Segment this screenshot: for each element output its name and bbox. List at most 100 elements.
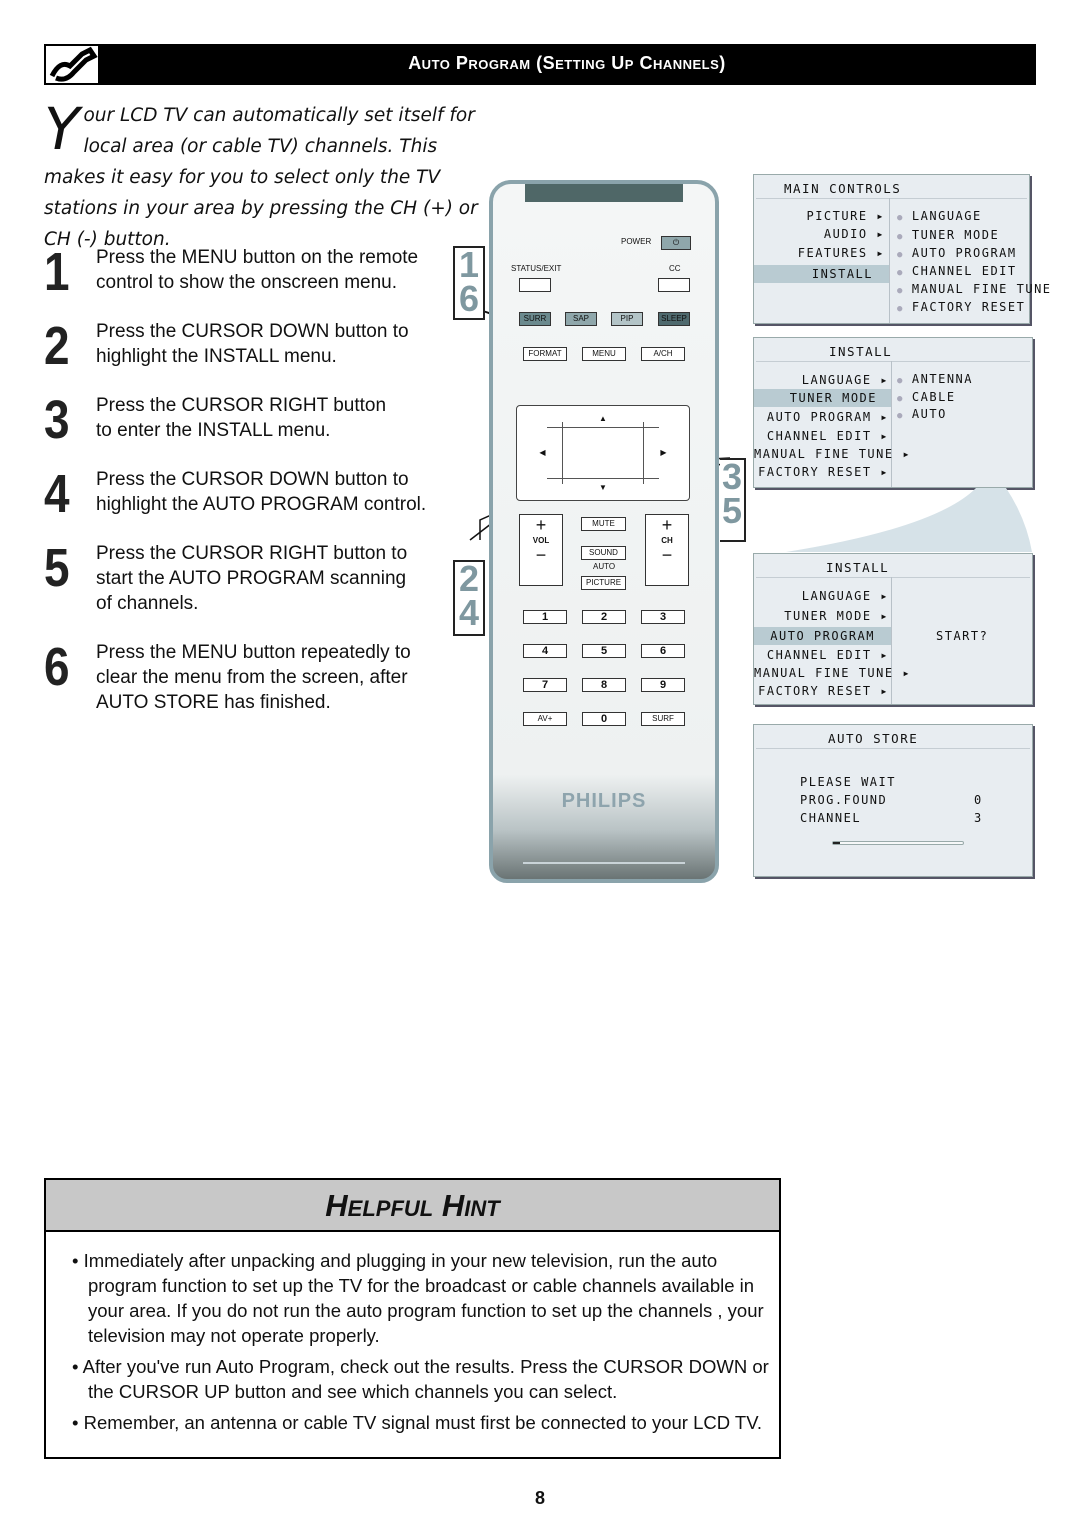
cursor-pad: ▲ ▼ ◀ ▶ (516, 405, 690, 501)
digit-6-button[interactable]: 6 (641, 644, 685, 658)
status-exit-button[interactable] (519, 278, 551, 292)
vol-down-icon[interactable]: − (520, 545, 562, 566)
menu-item-language[interactable]: LANGUAGE ▸ (754, 371, 891, 389)
option-cable[interactable]: CABLE (912, 390, 956, 404)
menu-title: MAIN CONTROLS (784, 181, 902, 196)
menu-item-language[interactable]: LANGUAGE ▸ (754, 587, 891, 605)
mute-button[interactable]: MUTE (581, 517, 626, 531)
hint-text: After you've run Auto Program, check out… (82, 1356, 769, 1402)
channel-label: CHANNEL (800, 811, 862, 825)
submenu-channel-edit[interactable]: CHANNEL EDIT (912, 264, 1017, 278)
option-auto[interactable]: AUTO (912, 407, 947, 421)
menu-item-tuner-mode[interactable]: TUNER MODE (754, 389, 891, 407)
submenu-auto-program[interactable]: AUTO PROGRAM (912, 246, 1017, 260)
sound-button[interactable]: SOUND (581, 546, 626, 560)
digit-9-button[interactable]: 9 (641, 678, 685, 692)
menu-title: INSTALL (826, 560, 890, 575)
vol-up-icon[interactable]: + (520, 515, 562, 536)
step-number: 6 (44, 637, 70, 697)
digit-2-button[interactable]: 2 (582, 610, 626, 624)
menu-item-channel-edit[interactable]: CHANNEL EDIT ▸ (754, 646, 891, 664)
callout-number: 3 (721, 456, 743, 497)
status-exit-label: STATUS/EXIT (511, 264, 562, 273)
step-number: 3 (44, 390, 70, 450)
format-button[interactable]: FORMAT (523, 347, 567, 361)
submenu-factory-reset[interactable]: FACTORY RESET (912, 300, 1025, 314)
menu-transition-beam (786, 488, 1032, 552)
callout-number: 4 (458, 592, 480, 633)
menu-item-tuner-mode[interactable]: TUNER MODE ▸ (754, 607, 891, 625)
digit-0-button[interactable]: 0 (582, 712, 626, 726)
cc-button[interactable] (658, 278, 690, 292)
ch-down-icon[interactable]: − (646, 545, 688, 566)
submenu-tuner-mode[interactable]: TUNER MODE (912, 228, 999, 242)
channel-rocker[interactable]: + CH − (645, 514, 689, 586)
sap-button[interactable]: SAP (565, 312, 597, 326)
menu-item-audio[interactable]: AUDIO ▸ (754, 225, 889, 243)
please-wait-label: PLEASE WAIT (800, 775, 896, 789)
digit-1-button[interactable]: 1 (523, 610, 567, 624)
step-text: Press the CURSOR RIGHT button to enter t… (96, 395, 387, 441)
menu-item-factory-reset[interactable]: FACTORY RESET ▸ (754, 463, 891, 481)
digit-3-button[interactable]: 3 (641, 610, 685, 624)
surf-button[interactable]: SURF (641, 712, 685, 726)
cursor-right-button[interactable]: ▶ (643, 422, 683, 484)
hint-bullet: • Remember, an antenna or cable TV signa… (72, 1412, 762, 1433)
menu-item-features[interactable]: FEATURES ▸ (754, 244, 889, 262)
menu-item-auto-program[interactable]: AUTO PROGRAM ▸ (754, 408, 891, 426)
menu-item-manual-fine-tune[interactable]: MANUAL FINE TUNE ▸ (754, 445, 910, 463)
remote-divider (523, 862, 685, 864)
menu-item-factory-reset[interactable]: FACTORY RESET ▸ (754, 682, 891, 700)
submenu-language[interactable]: LANGUAGE (912, 209, 982, 223)
sleep-button[interactable]: SLEEP (658, 312, 690, 326)
menu-item-picture[interactable]: PICTURE ▸ (754, 207, 889, 225)
page-number: 8 (534, 1488, 545, 1508)
start-prompt[interactable]: START? (936, 627, 988, 645)
channel-value: 3 (974, 811, 983, 825)
picture-button[interactable]: PICTURE (581, 576, 626, 590)
submenu-manual-fine-tune[interactable]: MANUAL FINE TUNE (912, 282, 1052, 296)
helpful-hint-box: Helpful Hint • Immediately after unpacki… (44, 1178, 781, 1459)
callout-number: 5 (721, 490, 743, 531)
av-plus-button[interactable]: AV+ (523, 712, 567, 726)
callout-2-4: 24 (453, 560, 485, 636)
step-text: Press the CURSOR RIGHT button to start t… (96, 543, 408, 614)
hint-title: Helpful Hint (46, 1180, 779, 1232)
hint-text: Remember, an antenna or cable TV signal … (83, 1412, 762, 1433)
hint-body: • Immediately after unpacking and pluggi… (72, 1248, 772, 1441)
menu-item-manual-fine-tune[interactable]: MANUAL FINE TUNE ▸ (754, 664, 910, 682)
step-number: 1 (44, 242, 70, 302)
menu-item-channel-edit[interactable]: CHANNEL EDIT ▸ (754, 427, 891, 445)
volume-rocker[interactable]: + VOL − (519, 514, 563, 586)
digit-5-button[interactable]: 5 (582, 644, 626, 658)
ach-button[interactable]: A/CH (641, 347, 685, 361)
callout-3-5: 35 (720, 458, 746, 542)
auto-label: AUTO (593, 562, 616, 571)
digit-4-button[interactable]: 4 (523, 644, 567, 658)
ch-label: CH (661, 536, 673, 545)
prog-found-value: 0 (974, 793, 983, 807)
menu-title: INSTALL (829, 344, 893, 359)
prog-found-label: PROG.FOUND (800, 793, 888, 807)
power-label: POWER (621, 237, 652, 246)
remote-control: POWER ⏻ STATUS/EXIT CC SURR SAP PIP SLEE… (489, 180, 719, 883)
install-menu-tuner: INSTALL LANGUAGE ▸ TUNER MODE AUTO PROGR… (753, 337, 1033, 488)
cursor-left-button[interactable]: ◀ (523, 422, 563, 484)
menu-button[interactable]: MENU (582, 347, 626, 361)
option-antenna[interactable]: ANTENNA (912, 372, 973, 386)
callout-number: 2 (458, 558, 480, 599)
digit-7-button[interactable]: 7 (523, 678, 567, 692)
step-text: Press the CURSOR DOWN button to highligh… (96, 321, 409, 367)
auto-store-menu: AUTO STORE PLEASE WAIT PROG.FOUND 0 CHAN… (753, 724, 1033, 877)
surr-button[interactable]: SURR (519, 312, 551, 326)
step-text: Press the MENU button on the remote cont… (96, 247, 419, 293)
pip-button[interactable]: PIP (611, 312, 643, 326)
menu-item-auto-program[interactable]: AUTO PROGRAM (754, 627, 891, 645)
power-button[interactable]: ⏻ (661, 236, 691, 250)
ch-up-icon[interactable]: + (646, 515, 688, 536)
digit-8-button[interactable]: 8 (582, 678, 626, 692)
main-controls-menu: MAIN CONTROLS PICTURE ▸ AUDIO ▸ FEATURES… (753, 174, 1050, 324)
vol-label: VOL (532, 536, 550, 545)
menu-item-install[interactable]: INSTALL (754, 265, 889, 283)
section-header: Auto Program (Setting Up Channels) (44, 44, 1036, 85)
